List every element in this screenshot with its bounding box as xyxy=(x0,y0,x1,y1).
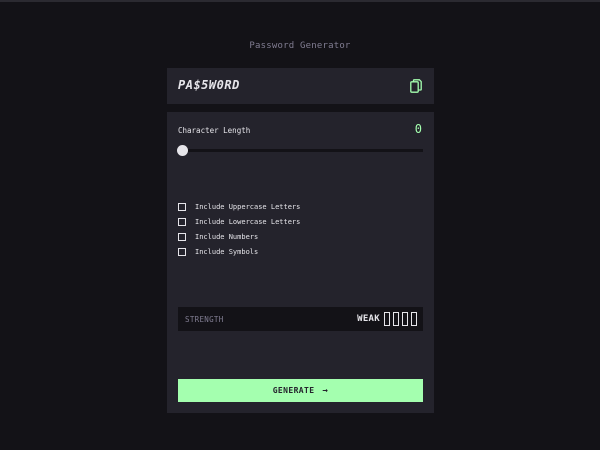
strength-bar xyxy=(384,312,390,326)
symbols-label: Include Symbols xyxy=(195,248,259,256)
strength-label: STRENGTH xyxy=(185,315,224,324)
password-display: PA$5W0RD xyxy=(167,68,434,104)
strength-bar xyxy=(393,312,399,326)
option-lowercase[interactable]: Include Lowercase Letters xyxy=(178,217,300,227)
copy-icon[interactable] xyxy=(410,79,422,93)
arrow-right-icon: → xyxy=(322,385,329,396)
character-length-label: Character Length xyxy=(178,126,251,135)
uppercase-label: Include Uppercase Letters xyxy=(195,203,301,211)
page-title: Password Generator xyxy=(249,41,351,51)
generator-panel: Character Length 0 Include Uppercase Let… xyxy=(167,112,434,413)
lowercase-checkbox[interactable] xyxy=(178,218,186,226)
length-slider-track[interactable] xyxy=(178,149,423,152)
password-output: PA$5W0RD xyxy=(178,78,240,92)
symbols-checkbox[interactable] xyxy=(178,248,186,256)
lowercase-label: Include Lowercase Letters xyxy=(195,218,301,226)
top-divider xyxy=(0,0,600,2)
character-length-value: 0 xyxy=(414,122,422,136)
option-symbols[interactable]: Include Symbols xyxy=(178,247,258,257)
option-uppercase[interactable]: Include Uppercase Letters xyxy=(178,202,300,212)
strength-meter: STRENGTH WEAK xyxy=(178,307,423,331)
strength-bar xyxy=(402,312,408,326)
option-numbers[interactable]: Include Numbers xyxy=(178,232,258,242)
generate-button[interactable]: GENERATE → xyxy=(178,379,423,402)
numbers-label: Include Numbers xyxy=(195,233,259,241)
strength-bar xyxy=(411,312,417,326)
uppercase-checkbox[interactable] xyxy=(178,203,186,211)
generate-label: GENERATE xyxy=(272,386,315,395)
numbers-checkbox[interactable] xyxy=(178,233,186,241)
strength-bars xyxy=(384,312,417,326)
strength-level: WEAK xyxy=(357,314,380,324)
length-slider-thumb[interactable] xyxy=(177,145,188,156)
